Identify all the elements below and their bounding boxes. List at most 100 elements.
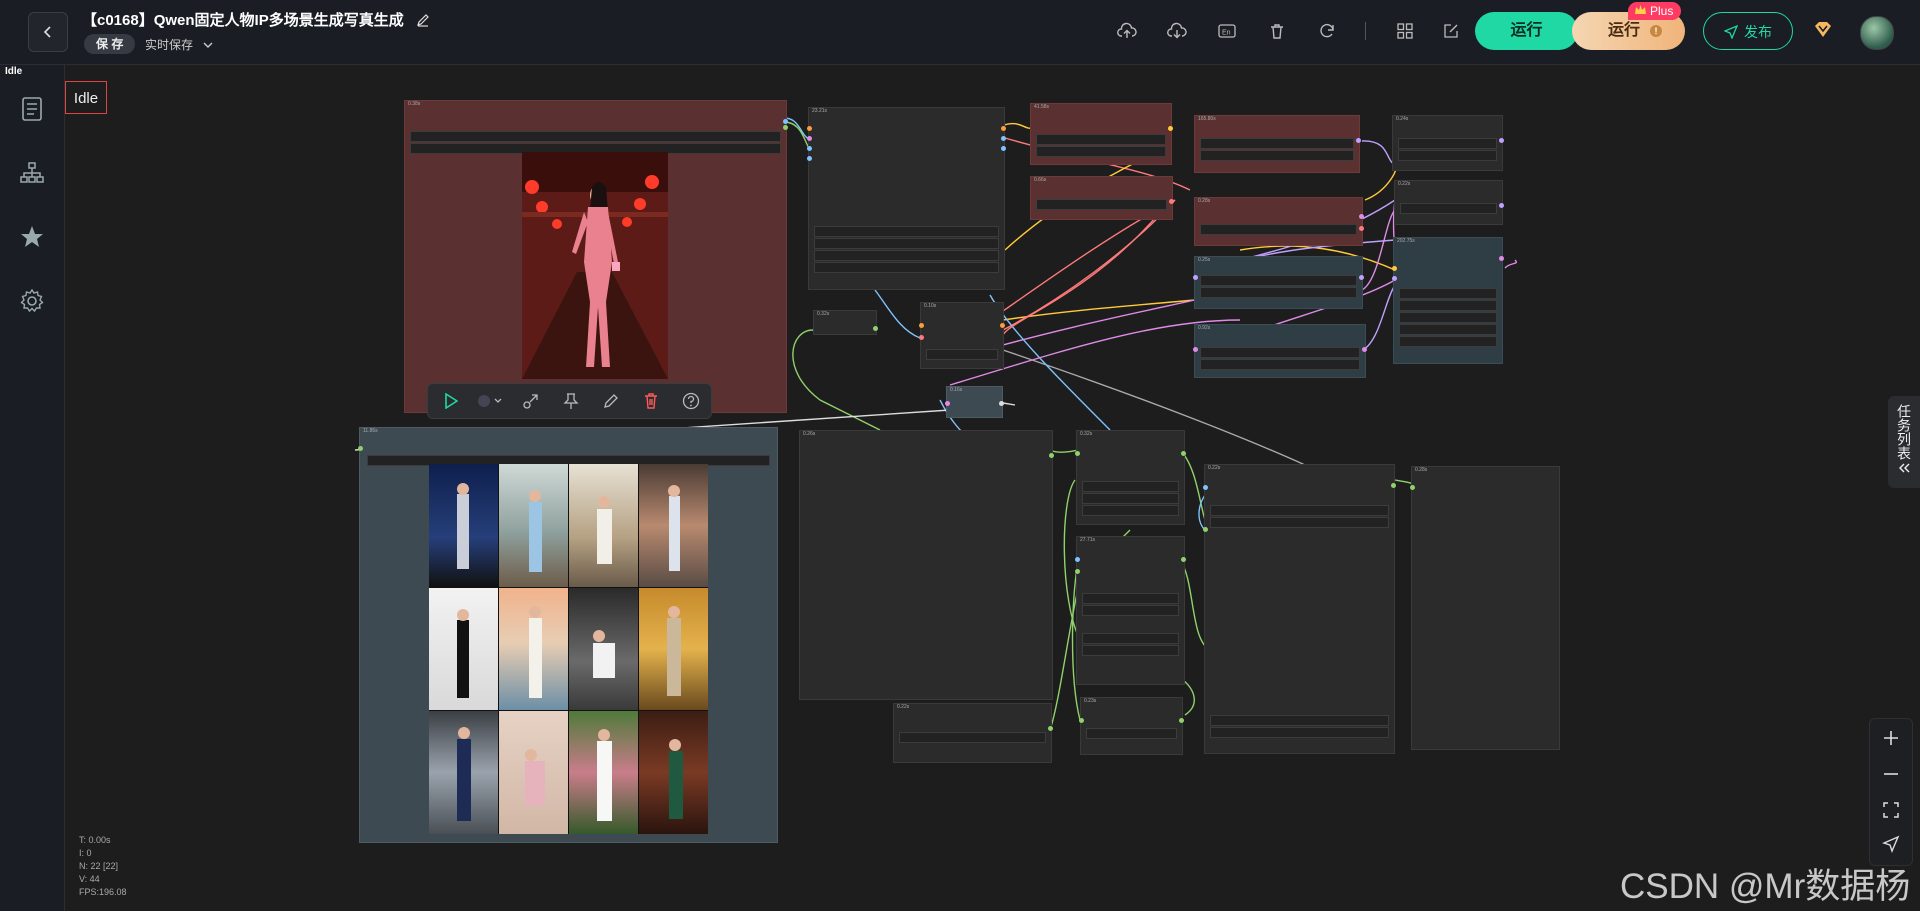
node-widget[interactable] bbox=[1200, 150, 1354, 161]
pencil-icon[interactable] bbox=[602, 392, 620, 410]
input-port[interactable] bbox=[1392, 276, 1397, 281]
grid-image[interactable] bbox=[499, 711, 568, 834]
node-widget[interactable] bbox=[1210, 727, 1389, 738]
grid-image[interactable] bbox=[499, 587, 568, 711]
node-widget[interactable] bbox=[1082, 593, 1179, 604]
input-port[interactable] bbox=[1203, 527, 1208, 532]
node-widget[interactable] bbox=[1398, 150, 1497, 161]
grid-image[interactable] bbox=[569, 464, 638, 587]
node-widget[interactable] bbox=[1036, 146, 1166, 157]
grid-image[interactable] bbox=[429, 464, 498, 587]
grid-image[interactable] bbox=[569, 587, 638, 711]
input-port[interactable] bbox=[807, 126, 812, 131]
node-widget[interactable] bbox=[1200, 347, 1360, 358]
output-port[interactable] bbox=[1499, 256, 1504, 261]
input-port[interactable] bbox=[807, 146, 812, 151]
input-port[interactable] bbox=[1079, 718, 1084, 723]
node-widget[interactable] bbox=[814, 262, 999, 273]
output-port[interactable] bbox=[1001, 136, 1006, 141]
node-widget[interactable] bbox=[1399, 336, 1497, 347]
output-port[interactable] bbox=[1179, 718, 1184, 723]
output-port[interactable] bbox=[1359, 214, 1364, 219]
publish-button[interactable]: 发布 bbox=[1703, 12, 1793, 50]
output-port[interactable] bbox=[783, 125, 788, 130]
trash-icon[interactable] bbox=[1266, 20, 1288, 42]
input-port[interactable] bbox=[1193, 347, 1198, 352]
upload-cloud-icon[interactable] bbox=[1116, 20, 1138, 42]
pin-icon[interactable] bbox=[562, 392, 580, 410]
grid-image[interactable] bbox=[499, 464, 568, 587]
save-button[interactable]: 保 存 bbox=[84, 34, 136, 54]
node-widget[interactable] bbox=[814, 226, 999, 237]
image-preview-node[interactable]: 0.26s bbox=[799, 430, 1054, 700]
apps-grid-icon[interactable] bbox=[1394, 20, 1416, 42]
help-icon[interactable] bbox=[682, 392, 700, 410]
output-port[interactable] bbox=[1001, 126, 1006, 131]
input-port[interactable] bbox=[1075, 451, 1080, 456]
node-widget[interactable] bbox=[1200, 359, 1360, 370]
settings-node-2[interactable]: 0.22s bbox=[1394, 180, 1504, 225]
input-port[interactable] bbox=[1075, 569, 1080, 574]
vip-diamond-icon[interactable] bbox=[1812, 20, 1834, 45]
input-port[interactable] bbox=[807, 136, 812, 141]
node-widget[interactable] bbox=[1210, 715, 1389, 726]
fit-view-icon[interactable] bbox=[1880, 799, 1902, 821]
node-widget[interactable] bbox=[814, 250, 999, 261]
node-widget[interactable] bbox=[1086, 728, 1177, 739]
node-widget[interactable] bbox=[1082, 481, 1179, 492]
node-widget[interactable] bbox=[926, 349, 998, 360]
output-port[interactable] bbox=[1356, 138, 1361, 143]
input-port[interactable] bbox=[1075, 557, 1080, 562]
node-widget[interactable] bbox=[1082, 645, 1179, 656]
node-widget[interactable] bbox=[814, 238, 999, 249]
vae-loader-node[interactable]: 0.28s bbox=[1194, 197, 1364, 246]
node-widget[interactable] bbox=[1082, 505, 1179, 516]
gear-icon[interactable] bbox=[18, 287, 46, 315]
input-port[interactable] bbox=[945, 401, 950, 406]
node-widget[interactable] bbox=[1399, 324, 1497, 335]
output-port[interactable] bbox=[1362, 347, 1367, 352]
refresh-icon[interactable] bbox=[1316, 20, 1338, 42]
input-port[interactable] bbox=[1410, 485, 1415, 490]
output-port[interactable] bbox=[1169, 199, 1174, 204]
output-port[interactable] bbox=[1499, 138, 1504, 143]
node-widget[interactable] bbox=[1036, 134, 1166, 145]
output-port[interactable] bbox=[1168, 126, 1173, 131]
output-port[interactable] bbox=[1359, 275, 1364, 280]
download-cloud-icon[interactable] bbox=[1166, 20, 1188, 42]
grid-image[interactable] bbox=[569, 711, 638, 834]
sitemap-icon[interactable] bbox=[18, 159, 46, 187]
node-widget[interactable] bbox=[1210, 517, 1389, 528]
node-widget[interactable] bbox=[1210, 505, 1389, 516]
edit-title-icon[interactable] bbox=[416, 13, 430, 31]
output-port[interactable] bbox=[873, 326, 878, 331]
play-icon[interactable] bbox=[442, 392, 460, 410]
node-widget[interactable] bbox=[1036, 199, 1167, 210]
task-list-tab[interactable]: 任务列表 bbox=[1888, 396, 1920, 488]
clip-text-node[interactable]: 41.58s bbox=[1030, 103, 1173, 165]
output-port[interactable] bbox=[783, 119, 788, 124]
output-port[interactable] bbox=[1049, 453, 1054, 458]
node-widget[interactable] bbox=[1400, 203, 1497, 214]
image-scale-node[interactable]: 0.23s bbox=[1079, 697, 1184, 755]
node-widget[interactable] bbox=[1082, 493, 1179, 504]
text-encode-node[interactable]: 202.75s bbox=[1392, 237, 1504, 364]
node-widget[interactable] bbox=[1200, 287, 1357, 298]
node-widget[interactable] bbox=[1398, 138, 1497, 149]
output-port[interactable] bbox=[1391, 483, 1396, 488]
document-icon[interactable] bbox=[18, 95, 46, 123]
image-output-node[interactable]: 0.16s bbox=[945, 386, 1004, 418]
grid-image[interactable] bbox=[639, 587, 708, 711]
back-button[interactable] bbox=[28, 12, 68, 52]
grid-image[interactable] bbox=[429, 711, 498, 834]
input-port[interactable] bbox=[1203, 485, 1208, 490]
node-widget[interactable] bbox=[1200, 138, 1354, 149]
input-port[interactable] bbox=[807, 156, 812, 161]
run-button[interactable]: 运行 bbox=[1475, 12, 1578, 50]
output-port[interactable] bbox=[1181, 451, 1186, 456]
input-port[interactable] bbox=[1392, 266, 1397, 271]
node-widget[interactable] bbox=[1200, 275, 1357, 286]
clip-text-node-2[interactable]: 0.66s bbox=[1030, 176, 1174, 220]
model-loader-node[interactable]: 165.80s bbox=[1194, 115, 1361, 173]
input-port[interactable] bbox=[919, 335, 924, 340]
